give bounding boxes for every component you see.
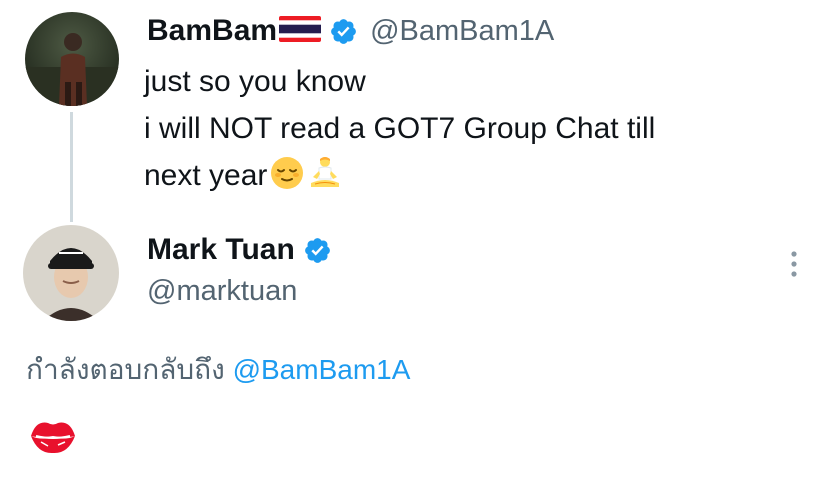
more-options-icon[interactable] xyxy=(785,248,803,284)
thailand-flag-icon xyxy=(279,15,322,47)
kiss-mark-emoji-icon xyxy=(28,414,78,456)
replying-to-label: กำลังตอบกลับถึง xyxy=(26,354,225,385)
bambam-avatar[interactable] xyxy=(25,12,119,106)
replying-to-line: กำลังตอบกลับถึง @BamBam1A xyxy=(26,348,410,392)
tweet-line-text: next year xyxy=(144,159,268,192)
tweet-line: just so you know xyxy=(144,65,366,98)
bambam-name-row[interactable]: BamBam @BamBam1A xyxy=(147,11,554,51)
relieved-face-emoji-icon xyxy=(269,155,305,205)
replying-to-mention-link[interactable]: @BamBam1A xyxy=(233,354,411,385)
marktuan-name-row[interactable]: Mark Tuan xyxy=(147,230,344,270)
tweet-line: i will NOT read a GOT7 Group Chat till xyxy=(144,112,656,145)
bambam-handle[interactable]: @BamBam1A xyxy=(370,15,554,48)
marktuan-avatar[interactable] xyxy=(23,225,119,321)
tweet-text: just so you know i will NOT read a GOT7 … xyxy=(144,58,784,205)
marktuan-handle[interactable]: @marktuan xyxy=(147,275,297,308)
thread-connector-line xyxy=(70,112,73,222)
person-lotus-position-emoji-icon xyxy=(307,155,343,205)
marktuan-display-name[interactable]: Mark Tuan xyxy=(147,233,295,267)
bambam-display-name[interactable]: BamBam xyxy=(147,14,277,48)
verified-badge-icon xyxy=(329,17,358,46)
verified-badge-icon xyxy=(303,236,332,265)
tweet-line-last: next year xyxy=(144,152,784,205)
